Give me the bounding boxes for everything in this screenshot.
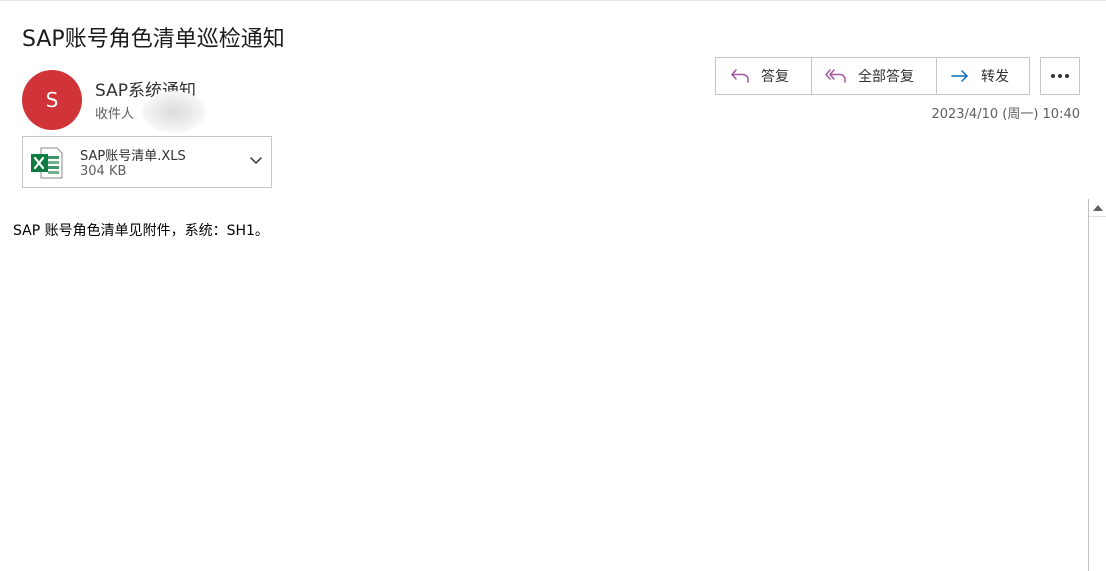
more-horizontal-icon: [1051, 74, 1069, 78]
caret-up-icon: [1092, 204, 1103, 211]
excel-file-icon: [31, 147, 63, 179]
message-body: SAP 账号角色清单见附件，系统：SH1。: [13, 223, 269, 239]
reply-all-label: 全部答复: [858, 69, 914, 85]
recipient-redacted: [142, 91, 206, 133]
reply-all-button[interactable]: 全部答复: [811, 58, 936, 94]
sender-avatar[interactable]: S: [22, 70, 82, 130]
reply-label: 答复: [761, 69, 789, 85]
forward-arrow-icon: [951, 70, 968, 82]
message-timestamp: 2023/4/10 (周一) 10:40: [931, 107, 1080, 122]
attachment-size: 304 KB: [80, 164, 127, 179]
forward-button[interactable]: 转发: [936, 58, 1029, 94]
avatar-initial: S: [45, 88, 59, 112]
body-scrollbar[interactable]: [1088, 199, 1106, 571]
scroll-up-button[interactable]: [1089, 199, 1106, 217]
recipient-label: 收件人: [95, 107, 135, 122]
reading-pane: SAP账号角色清单巡检通知 S SAP系统通知 收件人 答复 全部答复 转发 2…: [0, 0, 1106, 571]
attachment-card[interactable]: SAP账号清单.XLS 304 KB: [22, 136, 272, 188]
reply-button[interactable]: 答复: [716, 58, 811, 94]
reply-icon: [731, 69, 749, 83]
more-actions-button[interactable]: [1040, 57, 1080, 95]
attachment-name: SAP账号清单.XLS: [80, 149, 186, 164]
chevron-down-icon[interactable]: [249, 156, 263, 166]
reply-all-icon: [825, 69, 846, 83]
message-actions: 答复 全部答复 转发: [715, 57, 1030, 95]
message-subject: SAP账号角色清单巡检通知: [22, 27, 285, 52]
forward-label: 转发: [981, 69, 1009, 85]
